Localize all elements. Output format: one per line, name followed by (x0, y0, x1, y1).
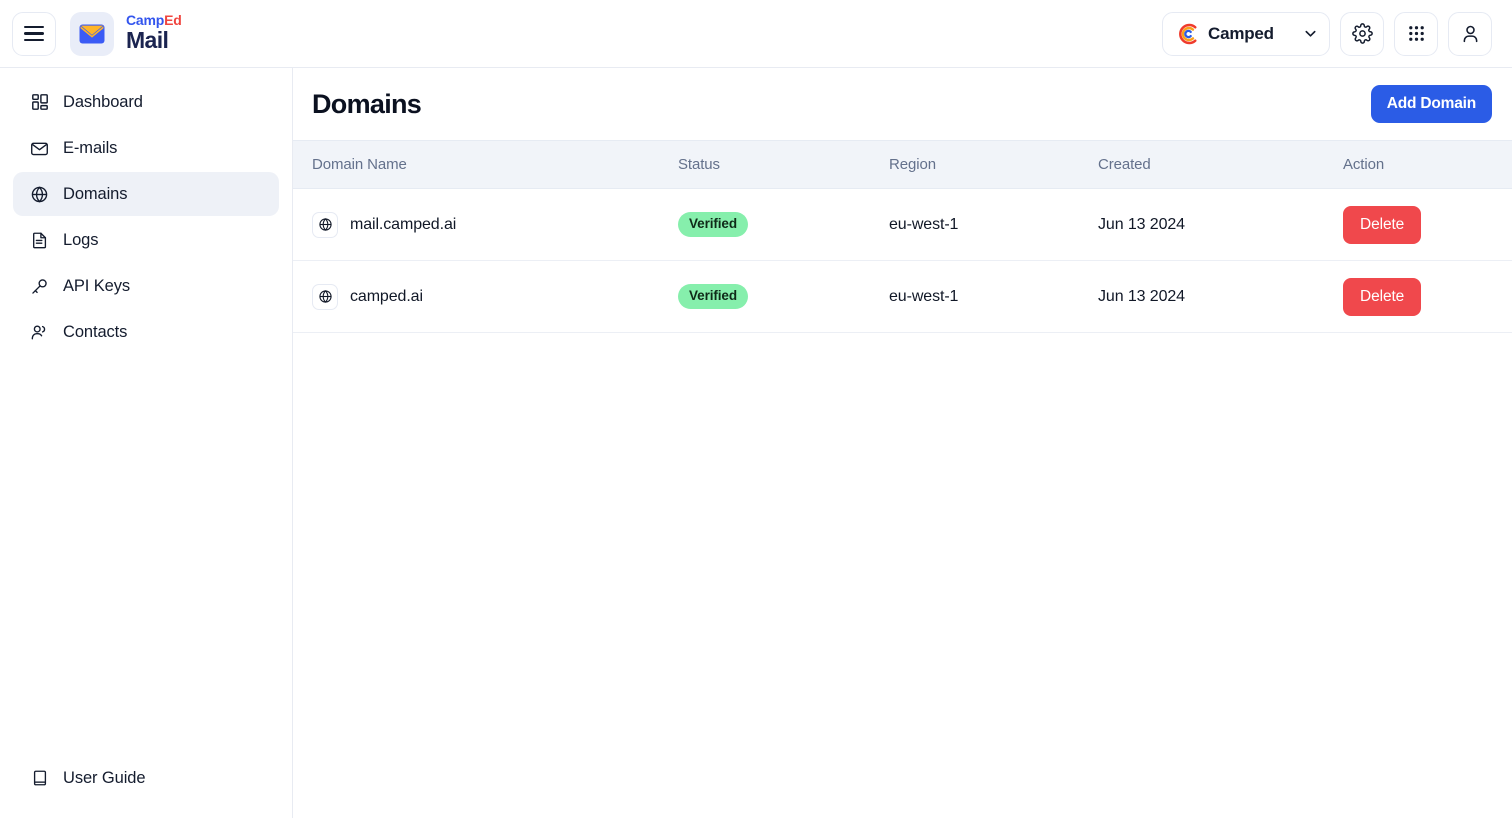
sidebar-item-label: E-mails (63, 138, 118, 157)
globe-icon (30, 185, 49, 204)
workspace-selector[interactable]: Camped (1162, 11, 1330, 56)
sidebar-item-label: User Guide (63, 768, 146, 787)
brand-product: Mail (126, 27, 169, 54)
globe-icon (312, 211, 338, 238)
cell-domain-name: mail.camped.ai (293, 188, 668, 261)
table-body: mail.camped.ai Verified eu-west-1 Jun 13… (293, 188, 1512, 333)
sidebar-item-domains[interactable]: Domains (13, 172, 279, 216)
top-bar: CampEd Mail Camped (0, 0, 1512, 68)
cell-created: Jun 13 2024 (1088, 188, 1333, 261)
cell-created: Jun 13 2024 (1088, 260, 1333, 333)
delete-button[interactable]: Delete (1343, 205, 1422, 244)
brand-text: CampEd Mail (126, 11, 182, 55)
domains-table: Domain Name Status Region Created Action (293, 140, 1512, 333)
document-lines-icon (30, 231, 49, 250)
brand-suffix: Ed (164, 11, 182, 28)
page-title: Domains (312, 88, 422, 119)
globe-icon (312, 283, 338, 310)
settings-button[interactable] (1340, 11, 1384, 56)
envelope-icon (30, 139, 49, 158)
table-empty-area (293, 333, 1512, 818)
cell-action: Delete (1333, 260, 1512, 333)
key-icon (30, 277, 49, 296)
brand-envelope-icon (70, 11, 114, 56)
cell-domain-name: camped.ai (293, 260, 668, 333)
workspace-name: Camped (1208, 23, 1274, 43)
column-header-status: Status (668, 140, 879, 189)
table-header: Domain Name Status Region Created Action (293, 140, 1512, 189)
domain-name-text: mail.camped.ai (350, 215, 457, 233)
table-row[interactable]: mail.camped.ai Verified eu-west-1 Jun 13… (293, 188, 1512, 261)
status-badge: Verified (678, 212, 748, 237)
apps-button[interactable] (1394, 11, 1438, 56)
gear-icon (1351, 23, 1373, 44)
chevron-down-icon (1303, 26, 1318, 41)
column-header-domain-name: Domain Name (293, 140, 668, 189)
sidebar: Dashboard E-mails Domains Logs API Keys … (0, 68, 293, 818)
sidebar-item-label: API Keys (63, 276, 131, 295)
sidebar-item-label: Logs (63, 230, 99, 249)
sidebar-item-contacts[interactable]: Contacts (13, 310, 279, 354)
cell-status: Verified (668, 260, 879, 333)
page-header: Domains Add Domain (293, 68, 1512, 140)
cell-region: eu-west-1 (879, 260, 1088, 333)
brand-prefix: Camp (126, 11, 165, 28)
hamburger-menu-icon (24, 25, 44, 42)
sidebar-item-api-keys[interactable]: API Keys (13, 264, 279, 308)
sidebar-item-label: Contacts (63, 322, 128, 341)
sidebar-item-user-guide[interactable]: User Guide (13, 756, 279, 800)
user-avatar-icon (1460, 23, 1481, 44)
domain-name-text: camped.ai (350, 287, 423, 305)
cell-status: Verified (668, 188, 879, 261)
cell-action: Delete (1333, 188, 1512, 261)
column-header-region: Region (879, 140, 1088, 189)
sidebar-nav: Dashboard E-mails Domains Logs API Keys … (13, 80, 279, 354)
table-header-row: Domain Name Status Region Created Action (293, 140, 1512, 189)
add-domain-button[interactable]: Add Domain (1370, 85, 1492, 123)
table-row[interactable]: camped.ai Verified eu-west-1 Jun 13 2024… (293, 260, 1512, 333)
brand-logo[interactable]: CampEd Mail (70, 11, 182, 56)
topbar-actions: Camped (1162, 11, 1492, 56)
camped-c-logo-icon (1176, 23, 1198, 45)
column-header-created: Created (1088, 140, 1333, 189)
grid-apps-icon (1407, 24, 1426, 43)
dashboard-grid-icon (30, 93, 49, 112)
sidebar-item-emails[interactable]: E-mails (13, 126, 279, 170)
sidebar-item-dashboard[interactable]: Dashboard (13, 80, 279, 124)
sidebar-item-label: Dashboard (63, 92, 143, 111)
body-region: Dashboard E-mails Domains Logs API Keys … (0, 68, 1512, 818)
delete-button[interactable]: Delete (1343, 277, 1422, 316)
column-header-action: Action (1333, 140, 1512, 189)
people-icon (30, 323, 49, 342)
cell-region: eu-west-1 (879, 188, 1088, 261)
sidebar-item-logs[interactable]: Logs (13, 218, 279, 262)
profile-button[interactable] (1448, 11, 1492, 56)
sidebar-item-label: Domains (63, 184, 128, 203)
main-content: Domains Add Domain Domain Name Status Re… (293, 68, 1512, 818)
book-icon (30, 769, 49, 788)
hamburger-menu-button[interactable] (12, 11, 56, 56)
app-root: CampEd Mail Camped Dashboard E-mails Dom… (0, 0, 1512, 818)
sidebar-footer: User Guide (13, 756, 279, 818)
status-badge: Verified (678, 284, 748, 309)
